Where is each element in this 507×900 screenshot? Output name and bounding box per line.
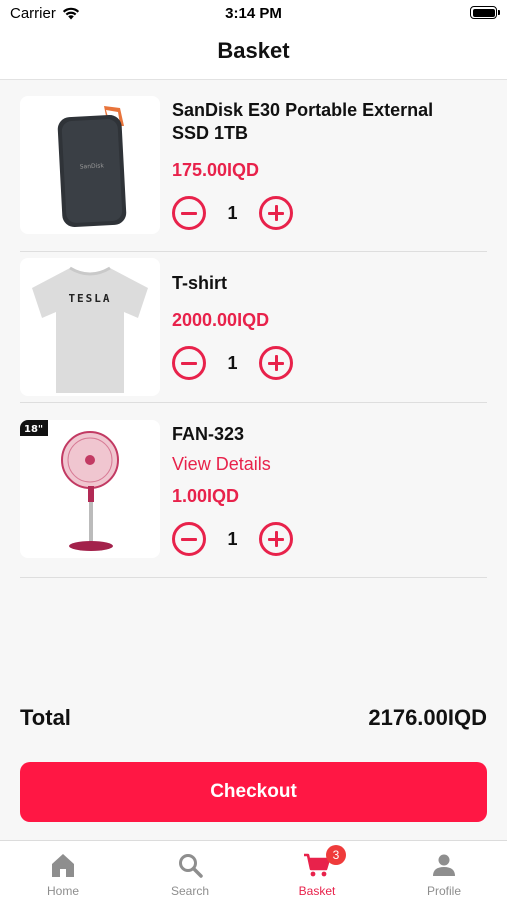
- tab-label: Profile: [426, 884, 461, 898]
- item-price: 175.00IQD: [172, 160, 260, 180]
- checkout-button[interactable]: Checkout: [20, 762, 487, 822]
- increase-quantity-button[interactable]: [259, 196, 293, 230]
- quantity-stepper: 1: [172, 346, 302, 380]
- tab-basket[interactable]: 3 Basket: [254, 841, 380, 900]
- tab-bar: Home Search 3 Basket Profile: [0, 840, 507, 900]
- quantity-stepper: 1: [172, 196, 302, 230]
- decrease-quantity-button[interactable]: [172, 522, 206, 556]
- tshirt-print-text: TESLA: [68, 292, 111, 305]
- increase-quantity-button[interactable]: [259, 522, 293, 556]
- quantity-value: 1: [227, 529, 238, 549]
- status-time: 3:14 PM: [225, 5, 282, 22]
- quantity-value: 1: [227, 203, 238, 223]
- basket-item: SanDisk SanDisk E30 Portable External SS…: [20, 96, 487, 252]
- tab-label: Home: [46, 884, 79, 898]
- tab-label: Search: [170, 884, 210, 898]
- basket-item: TESLA T-shirt 2000.00IQD 1: [20, 258, 487, 403]
- product-image-ssd[interactable]: SanDisk: [20, 96, 160, 234]
- svg-text:SanDisk: SanDisk: [80, 162, 105, 170]
- increase-quantity-button[interactable]: [259, 346, 293, 380]
- basket-item: 18" FAN-323 View Details 1.00IQD 1: [20, 409, 487, 578]
- tab-search[interactable]: Search: [127, 841, 253, 900]
- quantity-value: 1: [227, 353, 238, 373]
- item-name[interactable]: T-shirt: [172, 272, 472, 295]
- product-image-fan[interactable]: 18": [20, 420, 160, 558]
- ssd-drive-icon: SanDisk: [57, 106, 127, 227]
- total-label: Total: [20, 705, 71, 730]
- view-details-link[interactable]: View Details: [172, 454, 271, 475]
- nav-header: Basket: [0, 28, 507, 80]
- item-price: 1.00IQD: [172, 486, 240, 506]
- stand-fan-icon: 18": [20, 420, 119, 551]
- home-icon: [52, 854, 74, 877]
- product-image-tshirt[interactable]: TESLA: [20, 258, 160, 396]
- search-icon: [179, 854, 203, 878]
- image-size-tag: 18": [24, 424, 43, 435]
- item-name[interactable]: FAN-323: [172, 423, 472, 446]
- tab-profile[interactable]: Profile: [381, 841, 507, 900]
- tab-label: Basket: [298, 884, 336, 898]
- total-value: 2176.00IQD: [368, 705, 487, 730]
- item-name[interactable]: SanDisk E30 Portable External SSD 1TB: [172, 99, 472, 145]
- battery-icon: [470, 6, 500, 19]
- tab-home[interactable]: Home: [0, 841, 126, 900]
- person-icon: [433, 854, 455, 876]
- tshirt-icon: TESLA: [32, 266, 148, 393]
- decrease-quantity-button[interactable]: [172, 196, 206, 230]
- cart-count-badge: 3: [326, 845, 346, 865]
- decrease-quantity-button[interactable]: [172, 346, 206, 380]
- page-title: Basket: [217, 38, 290, 63]
- quantity-stepper: 1: [172, 522, 302, 556]
- status-bar: Carrier 3:14 PM: [0, 0, 507, 28]
- item-price: 2000.00IQD: [172, 310, 270, 330]
